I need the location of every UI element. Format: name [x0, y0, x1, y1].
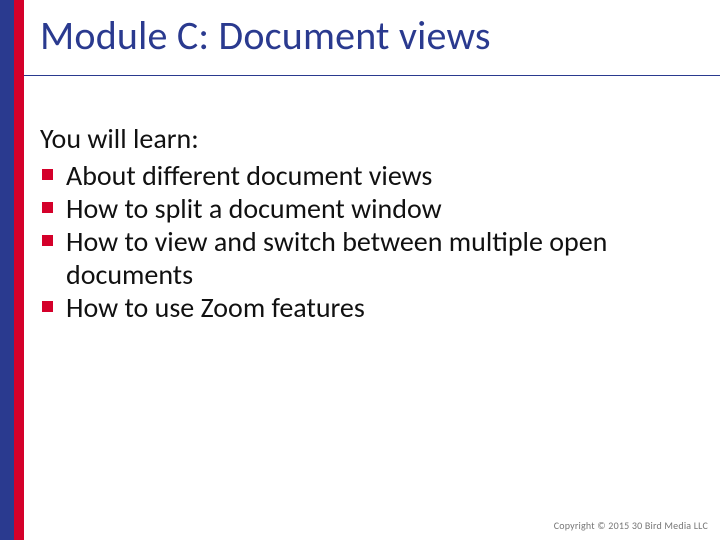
bullet-list: About different document views How to sp…: [40, 159, 680, 324]
title-underline: [24, 75, 720, 76]
accent-stripe-red: [14, 0, 24, 540]
list-item: About different document views: [40, 159, 680, 192]
intro-text: You will learn:: [40, 122, 680, 155]
slide-body: You will learn: About different document…: [40, 122, 680, 324]
slide-title: Module C: Document views: [40, 14, 690, 58]
list-item: How to view and switch between multiple …: [40, 225, 680, 291]
slide: Module C: Document views You will learn:…: [0, 0, 720, 540]
list-item: How to use Zoom features: [40, 291, 680, 324]
copyright-footer: Copyright © 2015 30 Bird Media LLC: [554, 519, 708, 532]
accent-stripe-blue: [0, 0, 14, 540]
list-item: How to split a document window: [40, 192, 680, 225]
